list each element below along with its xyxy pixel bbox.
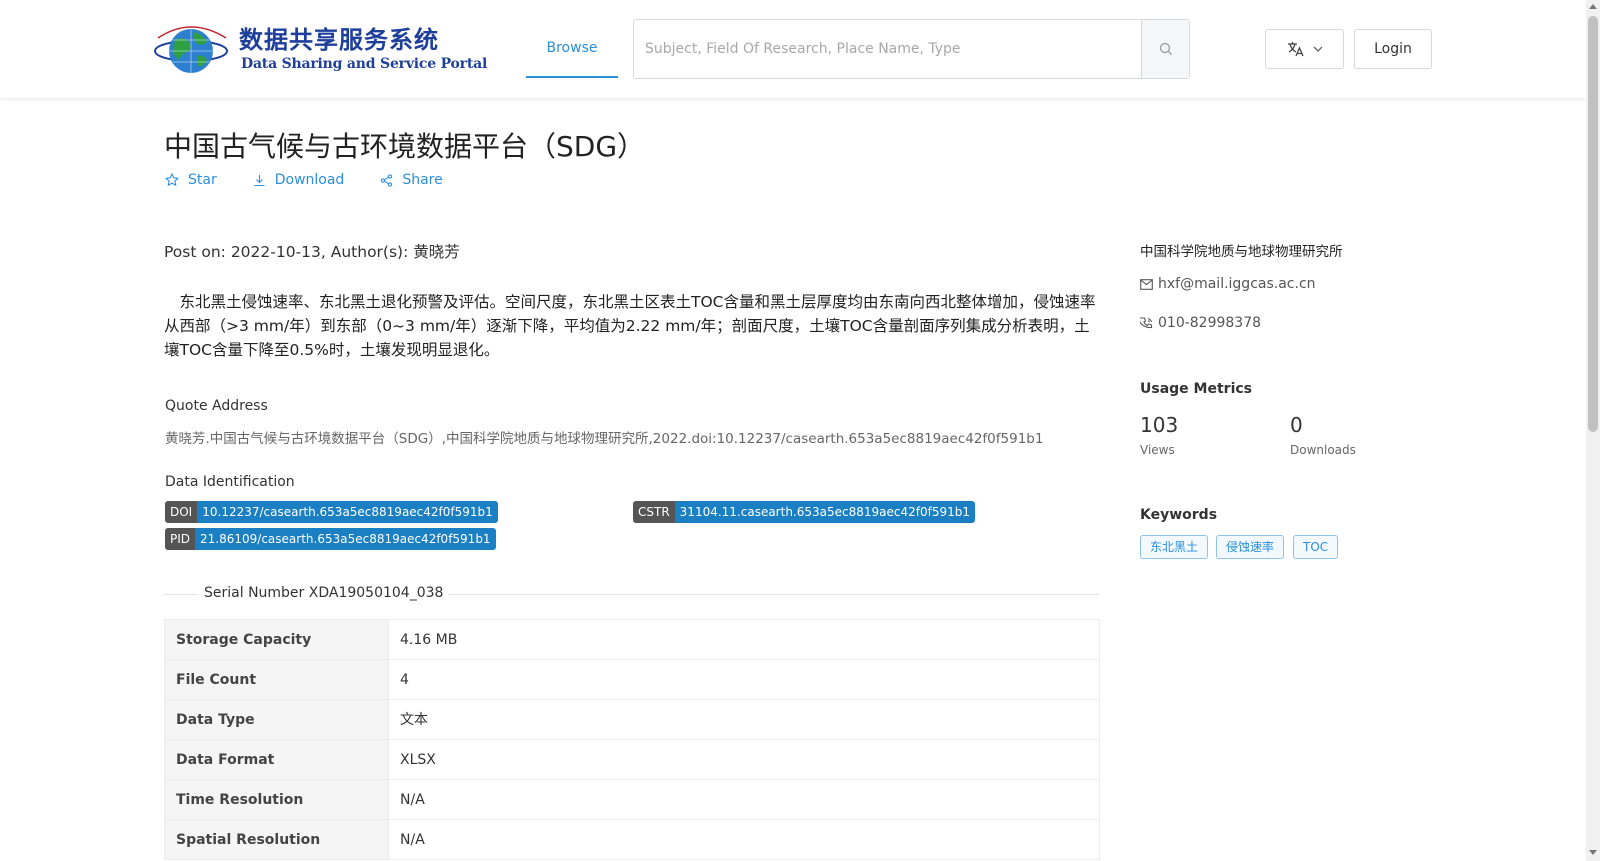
table-key: Data Type — [165, 700, 389, 739]
table-value: XLSX — [400, 752, 436, 768]
dataset-actions: Star Download Share — [165, 172, 479, 188]
share-button[interactable]: Share — [380, 172, 443, 188]
table-row: Data Type 文本 — [165, 700, 1099, 740]
keyword-tag[interactable]: 侵蚀速率 — [1216, 535, 1285, 559]
quote-address-label: Quote Address — [165, 398, 268, 414]
table-row: Time Resolution N/A — [165, 780, 1099, 820]
download-button[interactable]: Download — [253, 172, 345, 188]
table-key: Data Format — [165, 740, 389, 779]
star-icon — [165, 173, 179, 187]
site-logo[interactable]: 数据共享服务系统 Data Sharing and Service Portal — [153, 18, 487, 80]
cstr-value: 31104.11.casearth.653a5ec8819aec42f0f591… — [674, 501, 975, 523]
table-value: 文本 — [400, 712, 428, 728]
login-button[interactable]: Login — [1354, 29, 1432, 69]
table-key: Time Resolution — [165, 780, 389, 819]
table-key: Spatial Resolution — [165, 820, 389, 859]
page-title: 中国古气候与古环境数据平台（SDG） — [164, 130, 646, 163]
serial-number: Serial Number XDA19050104_038 — [198, 585, 450, 601]
logo-title-cn: 数据共享服务系统 — [239, 25, 439, 54]
globe-logo-icon — [154, 26, 228, 73]
page-scrollbar[interactable] — [1586, 0, 1600, 861]
language-switcher[interactable] — [1265, 29, 1344, 69]
doi-tag[interactable]: DOI 10.12237/casearth.653a5ec8819aec42f0… — [165, 501, 498, 523]
download-icon — [254, 174, 265, 186]
keyword-tag[interactable]: 东北黑土 — [1140, 535, 1209, 559]
cstr-tag[interactable]: CSTR 31104.11.casearth.653a5ec8819aec42f… — [633, 501, 975, 523]
mail-icon — [1140, 278, 1153, 290]
doi-value: 10.12237/casearth.653a5ec8819aec42f0f591… — [197, 501, 498, 523]
download-label: Download — [274, 172, 345, 188]
star-button[interactable]: Star — [165, 172, 217, 188]
table-row: Spatial Resolution N/A — [165, 820, 1099, 860]
star-label: Star — [188, 172, 217, 188]
search-button[interactable] — [1141, 20, 1189, 78]
email-text: hxf@mail.iggcas.ac.cn — [1158, 276, 1316, 292]
table-value: 4 — [400, 672, 409, 688]
scroll-up-arrow-icon[interactable] — [1589, 4, 1597, 9]
table-row: Storage Capacity 4.16 MB — [165, 620, 1099, 660]
table-value: N/A — [400, 792, 425, 808]
phone-text: 010-82998378 — [1158, 315, 1262, 331]
table-value: 4.16 MB — [400, 632, 458, 648]
keyword-tag[interactable]: TOC — [1293, 535, 1339, 559]
contact-email[interactable]: hxf@mail.iggcas.ac.cn — [1140, 276, 1316, 292]
phone-icon — [1140, 316, 1153, 328]
post-info: Post on: 2022-10-13, Author(s): 黄晓芳 — [164, 243, 460, 261]
share-label: Share — [402, 172, 443, 188]
organization-name: 中国科学院地质与地球物理研究所 — [1140, 244, 1343, 260]
search-input[interactable] — [634, 20, 1142, 78]
downloads-label: Downloads — [1290, 443, 1356, 457]
pid-value: 21.86109/casearth.653a5ec8819aec42f0f591… — [195, 528, 496, 550]
cstr-key: CSTR — [633, 501, 675, 523]
pid-tag[interactable]: PID 21.86109/casearth.653a5ec8819aec42f0… — [165, 528, 496, 550]
scroll-down-arrow-icon[interactable] — [1589, 850, 1597, 855]
page: 数据共享服务系统 Data Sharing and Service Portal… — [0, 0, 1600, 861]
usage-metrics-title: Usage Metrics — [1140, 381, 1252, 397]
table-row: File Count 4 — [165, 660, 1099, 700]
table-key: File Count — [165, 660, 389, 699]
table-value: N/A — [400, 832, 425, 848]
views-label: Views — [1140, 443, 1175, 457]
keywords-title: Keywords — [1140, 507, 1218, 523]
share-icon — [381, 173, 393, 187]
logo-title-en: Data Sharing and Service Portal — [241, 56, 488, 72]
doi-key: DOI — [165, 501, 198, 523]
data-identification-label: Data Identification — [165, 474, 295, 490]
scroll-thumb[interactable] — [1588, 16, 1598, 432]
quote-address-text: 黄晓芳.中国古气候与古环境数据平台（SDG）,中国科学院地质与地球物理研究所,2… — [165, 431, 1044, 447]
table-key: Storage Capacity — [165, 620, 389, 659]
table-row: Data Format XLSX — [165, 740, 1099, 780]
metadata-table: Storage Capacity 4.16 MB File Count 4 Da… — [164, 619, 1100, 860]
pid-key: PID — [165, 528, 196, 550]
translate-icon — [1287, 42, 1304, 57]
downloads-count: 0 — [1290, 413, 1303, 437]
views-count: 103 — [1140, 413, 1179, 437]
contact-phone: 010-82998378 — [1140, 315, 1261, 331]
search-box — [633, 19, 1190, 79]
chevron-down-icon — [1313, 46, 1322, 52]
top-header: 数据共享服务系统 Data Sharing and Service Portal… — [0, 0, 1586, 98]
search-icon — [1159, 42, 1172, 55]
nav-browse[interactable]: Browse — [526, 20, 618, 78]
dataset-abstract: 东北黑土侵蚀速率、东北黑土退化预警及评估。空间尺度，东北黑土区表土TOC含量和黑… — [164, 293, 1096, 359]
